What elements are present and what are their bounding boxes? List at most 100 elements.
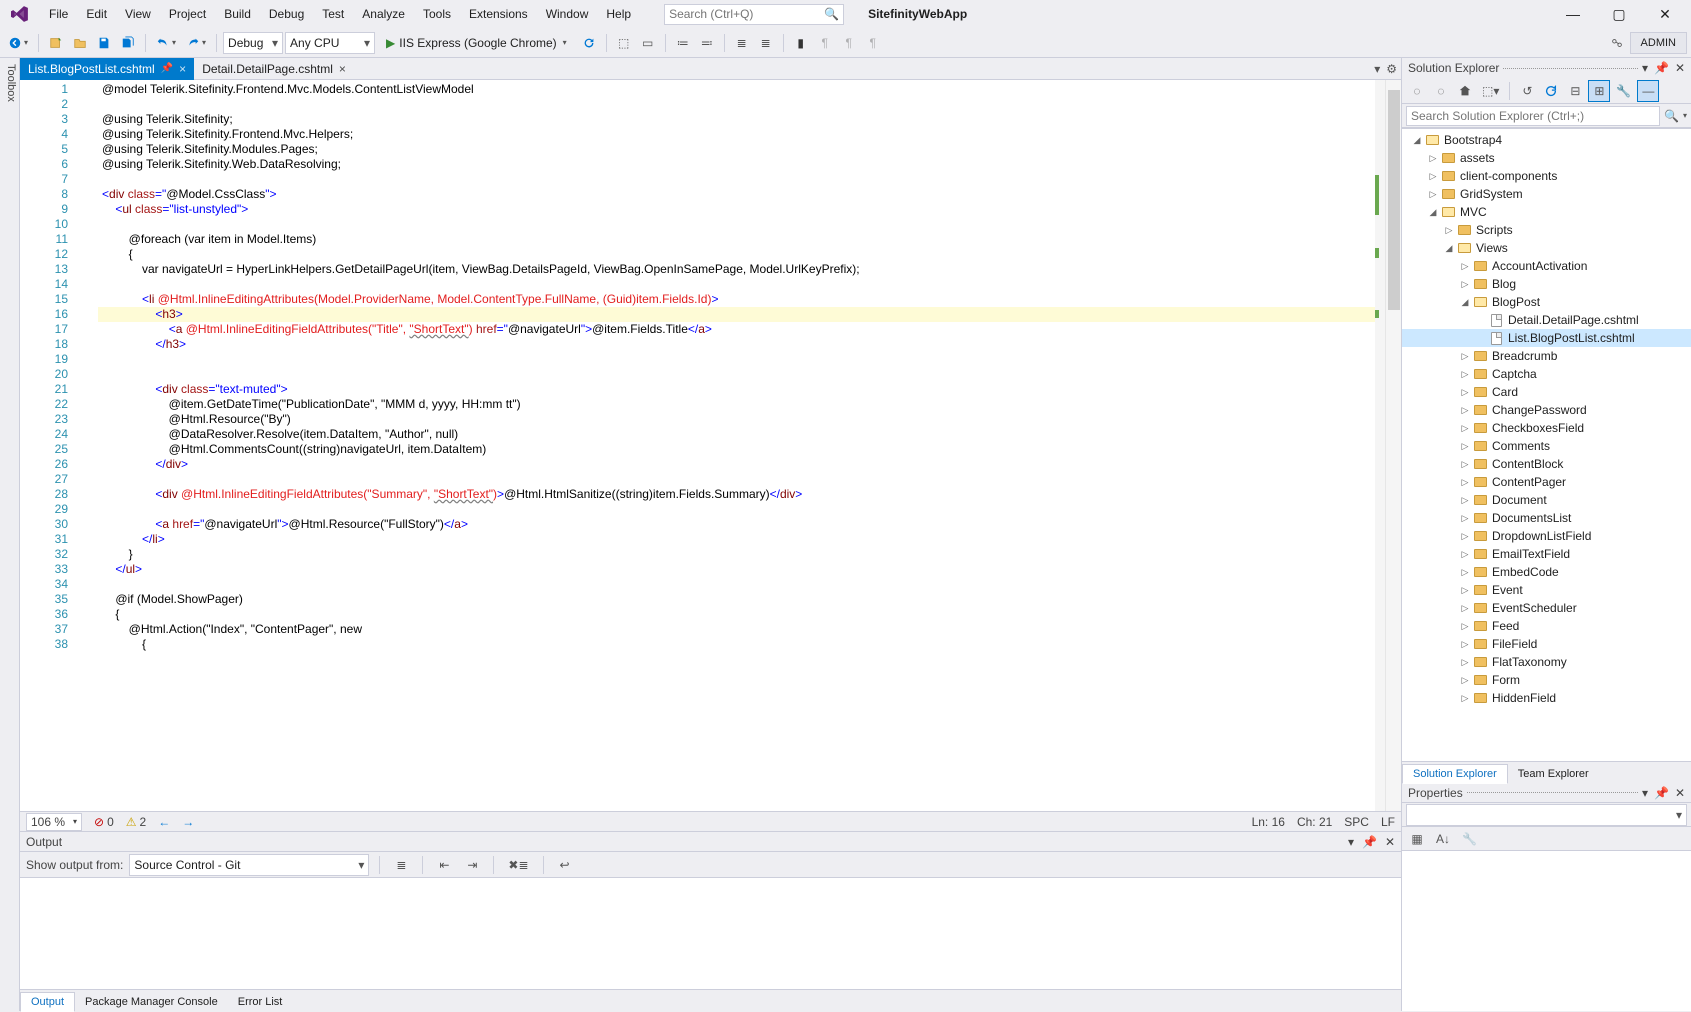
prop-az-icon[interactable]: A↓ xyxy=(1432,828,1454,850)
chevron-down-icon[interactable]: ▾ xyxy=(1374,62,1380,76)
tree-folder[interactable]: ▷Document xyxy=(1402,491,1691,509)
menu-project[interactable]: Project xyxy=(160,3,215,25)
redo-icon[interactable]: ▾ xyxy=(182,32,210,54)
chevron-down-icon[interactable]: ▾ xyxy=(1348,835,1354,849)
close-panel-icon[interactable]: ✕ xyxy=(1385,835,1395,849)
out-tb-clear[interactable]: ✖≣ xyxy=(504,854,532,876)
solution-tree[interactable]: ◢Bootstrap4▷assets▷client-components▷Gri… xyxy=(1402,128,1691,761)
open-icon[interactable] xyxy=(69,32,91,54)
tree-folder[interactable]: ▷EmailTextField xyxy=(1402,545,1691,563)
indent-spc[interactable]: SPC xyxy=(1344,815,1369,829)
tree-folder[interactable]: ▷Event xyxy=(1402,581,1691,599)
output-tab[interactable]: Output xyxy=(20,992,75,1012)
gear-icon[interactable]: ⚙ xyxy=(1386,62,1397,76)
menu-help[interactable]: Help xyxy=(597,3,640,25)
toolbox-tab[interactable]: Toolbox xyxy=(0,58,20,1011)
code-content[interactable]: @model Telerik.Sitefinity.Frontend.Mvc.M… xyxy=(98,80,1375,811)
menu-build[interactable]: Build xyxy=(215,3,260,25)
tree-folder[interactable]: ◢Views xyxy=(1402,239,1691,257)
tree-folder[interactable]: ▷CheckboxesField xyxy=(1402,419,1691,437)
close-icon[interactable]: ✕ xyxy=(1675,61,1685,75)
menu-debug[interactable]: Debug xyxy=(260,3,313,25)
se-collapse-icon[interactable]: ⊟ xyxy=(1564,80,1586,102)
right-panel-tab[interactable]: Team Explorer xyxy=(1508,765,1599,783)
tree-file[interactable]: List.BlogPostList.cshtml xyxy=(1402,329,1691,347)
nav-next-icon[interactable]: → xyxy=(182,815,194,829)
close-button[interactable]: ✕ xyxy=(1651,6,1679,23)
menu-tools[interactable]: Tools xyxy=(414,3,460,25)
code-editor[interactable]: 1234567891011121314151617181920212223242… xyxy=(20,80,1401,811)
tb-icon-4[interactable]: ≕ xyxy=(696,32,718,54)
pin-icon[interactable]: 📌 xyxy=(1654,61,1669,75)
output-tab[interactable]: Error List xyxy=(228,993,293,1011)
tree-folder[interactable]: ▷GridSystem xyxy=(1402,185,1691,203)
nav-back-icon[interactable]: ▾ xyxy=(4,32,32,54)
tree-folder[interactable]: ▷Form xyxy=(1402,671,1691,689)
tree-folder[interactable]: ▷Captcha xyxy=(1402,365,1691,383)
line-ending[interactable]: LF xyxy=(1381,815,1395,829)
tb-icon-5[interactable]: ≣ xyxy=(731,32,753,54)
out-tb-3[interactable]: ⇥ xyxy=(461,854,483,876)
menu-analyze[interactable]: Analyze xyxy=(353,3,414,25)
tree-folder[interactable]: ▷EmbedCode xyxy=(1402,563,1691,581)
save-all-icon[interactable] xyxy=(117,32,139,54)
tree-folder[interactable]: ▷FileField xyxy=(1402,635,1691,653)
tree-folder[interactable]: ▷ContentPager xyxy=(1402,473,1691,491)
output-body[interactable] xyxy=(20,878,1401,989)
out-tb-wrap[interactable]: ↩ xyxy=(554,854,576,876)
menu-view[interactable]: View xyxy=(116,3,160,25)
bookmark-icon[interactable]: ▮ xyxy=(790,32,812,54)
warning-count[interactable]: ⚠2 xyxy=(126,815,146,829)
tb-icon-6[interactable]: ≣ xyxy=(755,32,777,54)
prop-cat-icon[interactable]: ▦ xyxy=(1406,828,1428,850)
tree-file[interactable]: Detail.DetailPage.cshtml xyxy=(1402,311,1691,329)
zoom-combo[interactable]: 106 %▾ xyxy=(26,813,82,831)
quick-search[interactable]: 🔍 xyxy=(664,4,844,25)
menu-edit[interactable]: Edit xyxy=(77,3,116,25)
prop-pages-icon[interactable]: 🔧 xyxy=(1458,828,1481,850)
menu-file[interactable]: File xyxy=(40,3,77,25)
tree-folder[interactable]: ▷Scripts xyxy=(1402,221,1691,239)
search-icon[interactable]: 🔍 xyxy=(1664,109,1679,123)
tree-folder[interactable]: ▷ChangePassword xyxy=(1402,401,1691,419)
close-icon[interactable]: ✕ xyxy=(1675,786,1685,800)
out-tb-2[interactable]: ⇤ xyxy=(433,854,455,876)
pin-icon[interactable]: 📌 xyxy=(1362,835,1377,849)
tb-icon-2[interactable]: ▭ xyxy=(637,32,659,54)
error-count[interactable]: ⊘0 xyxy=(94,815,114,829)
se-search-input[interactable] xyxy=(1406,106,1660,126)
menu-test[interactable]: Test xyxy=(313,3,353,25)
properties-object-combo[interactable]: ▾ xyxy=(1402,803,1691,827)
tb-icon-7[interactable]: ¶ xyxy=(814,32,836,54)
se-switch-icon[interactable]: ⬚▾ xyxy=(1478,80,1503,102)
undo-icon[interactable]: ▾ xyxy=(152,32,180,54)
right-panel-tab[interactable]: Solution Explorer xyxy=(1402,764,1508,784)
outlining-margin[interactable] xyxy=(80,80,98,811)
tb-icon-8[interactable]: ¶ xyxy=(838,32,860,54)
tree-folder[interactable]: ▷FlatTaxonomy xyxy=(1402,653,1691,671)
se-back-icon[interactable]: ◌ xyxy=(1406,80,1428,102)
out-tb-1[interactable]: ≣ xyxy=(390,854,412,876)
tb-icon-9[interactable]: ¶ xyxy=(862,32,884,54)
pin-icon[interactable]: 📌 xyxy=(1654,786,1669,800)
properties-grid[interactable] xyxy=(1402,851,1691,1011)
browser-refresh-icon[interactable] xyxy=(578,32,600,54)
menu-extensions[interactable]: Extensions xyxy=(460,3,537,25)
se-refresh-icon[interactable] xyxy=(1540,80,1562,102)
menu-window[interactable]: Window xyxy=(537,3,598,25)
start-debug-button[interactable]: ▶ IIS Express (Google Chrome) ▾ xyxy=(377,32,576,54)
tree-folder[interactable]: ◢MVC xyxy=(1402,203,1691,221)
se-fwd-icon[interactable]: ◌ xyxy=(1430,80,1452,102)
admin-badge[interactable]: ADMIN xyxy=(1630,32,1687,54)
tree-folder[interactable]: ▷EventScheduler xyxy=(1402,599,1691,617)
tree-folder[interactable]: ▷Blog xyxy=(1402,275,1691,293)
tree-folder[interactable]: ▷DropdownListField xyxy=(1402,527,1691,545)
new-project-icon[interactable] xyxy=(45,32,67,54)
chevron-down-icon[interactable]: ▾ xyxy=(1642,786,1648,800)
minimize-button[interactable]: — xyxy=(1559,6,1587,23)
se-prop-icon[interactable]: 🔧 xyxy=(1612,80,1635,102)
platform-combo[interactable]: Any CPU▾ xyxy=(285,32,375,54)
document-tab[interactable]: List.BlogPostList.cshtml📌× xyxy=(20,58,194,80)
tree-folder[interactable]: ▷assets xyxy=(1402,149,1691,167)
se-showall-icon[interactable]: ⊞ xyxy=(1588,80,1610,102)
